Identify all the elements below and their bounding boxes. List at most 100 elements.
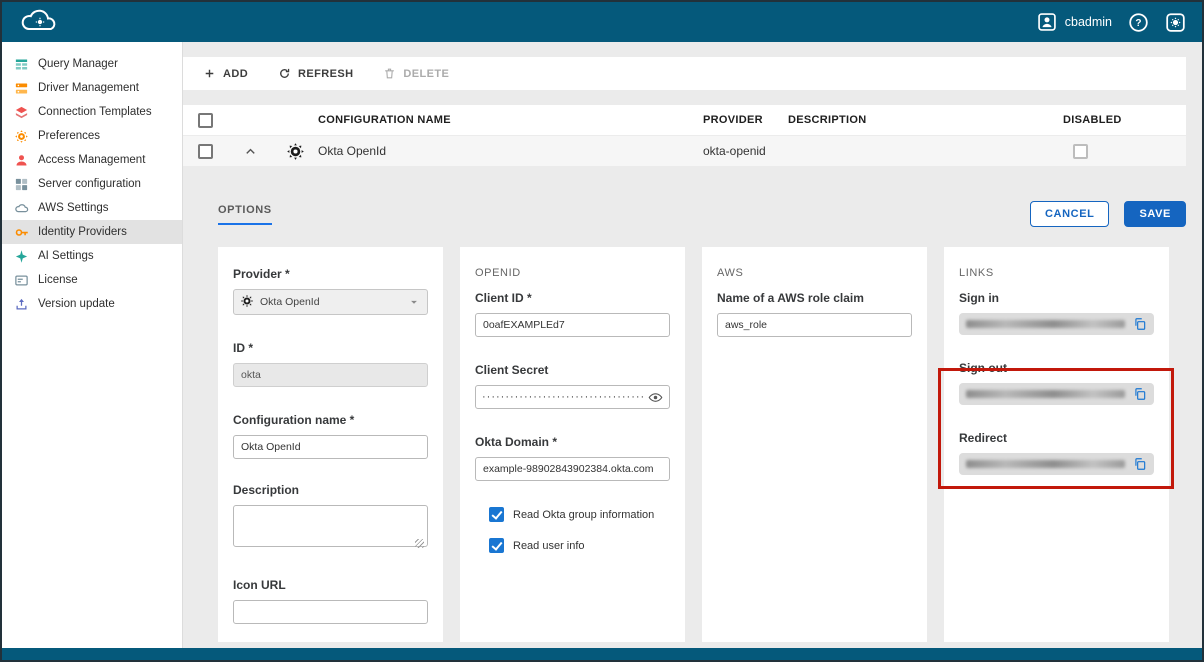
sidebar-item-label: License (38, 274, 78, 286)
okta-provider-icon (240, 294, 254, 311)
table-header-row: CONFIGURATION NAME PROVIDER DESCRIPTION … (183, 105, 1186, 136)
aws-role-claim-label: Name of a AWS role claim (717, 291, 912, 305)
copy-icon[interactable] (1133, 317, 1147, 331)
column-header-configuration-name: CONFIGURATION NAME (318, 114, 703, 126)
sidebar-item-label: Server configuration (38, 178, 141, 190)
tab-options[interactable]: OPTIONS (218, 204, 272, 225)
icon-url-field[interactable] (233, 600, 428, 624)
redirect-label: Redirect (959, 431, 1154, 445)
trash-icon (383, 67, 396, 80)
sidebar-item-ai-settings[interactable]: AI Settings (2, 244, 182, 268)
provider-select[interactable]: Okta OpenId (233, 289, 428, 315)
provider-select-value: Okta OpenId (260, 296, 320, 308)
openid-settings-card: OPENID Client ID * Client Secret ·······… (460, 247, 685, 642)
ai-settings-icon (14, 249, 29, 264)
sidebar-item-server-configuration[interactable]: Server configuration (2, 172, 182, 196)
openid-heading: OPENID (475, 267, 670, 279)
row-configuration-name: Okta OpenId (318, 144, 703, 158)
aws-role-claim-field[interactable] (717, 313, 912, 337)
settings-gear-icon[interactable] (1165, 12, 1186, 33)
sidebar-item-preferences[interactable]: Preferences (2, 124, 182, 148)
column-header-provider: PROVIDER (703, 114, 788, 126)
table-row[interactable]: Okta OpenId okta-openid (183, 136, 1186, 166)
column-header-description: DESCRIPTION (788, 114, 1063, 126)
read-user-info-label: Read user info (513, 540, 585, 552)
sidebar-item-identity-providers[interactable]: Identity Providers (2, 220, 182, 244)
sidebar-item-label: Identity Providers (38, 226, 127, 238)
client-secret-label: Client Secret (475, 363, 670, 377)
user-avatar-icon (1037, 12, 1057, 32)
access-management-icon (14, 153, 29, 168)
client-secret-masked-value: ········································… (482, 391, 644, 403)
row-disabled-checkbox[interactable] (1073, 144, 1088, 159)
configuration-name-label: Configuration name * (233, 413, 428, 427)
sidebar-item-version-update[interactable]: Version update (2, 292, 182, 316)
client-id-label: Client ID * (475, 291, 670, 305)
sidebar-item-aws-settings[interactable]: AWS Settings (2, 196, 182, 220)
identity-providers-icon (14, 225, 29, 240)
chevron-down-icon (407, 295, 421, 309)
sidebar-item-query-manager[interactable]: Query Manager (2, 52, 182, 76)
sidebar-item-label: Driver Management (38, 82, 139, 94)
id-field (233, 363, 428, 387)
sign-in-label: Sign in (959, 291, 1154, 305)
chevron-up-icon (243, 144, 258, 159)
toolbar: ADD REFRESH DELETE (183, 57, 1186, 90)
row-provider: okta-openid (703, 144, 788, 158)
sign-out-label: Sign out (959, 361, 1154, 375)
license-icon (14, 273, 29, 288)
id-label: ID * (233, 341, 428, 355)
icon-url-label: Icon URL (233, 578, 428, 592)
refresh-button[interactable]: REFRESH (278, 67, 353, 80)
bottom-bar (2, 648, 1202, 660)
description-field[interactable] (233, 505, 428, 547)
column-header-disabled: DISABLED (1063, 114, 1186, 126)
copy-icon[interactable] (1133, 457, 1147, 471)
add-button[interactable]: ADD (203, 67, 248, 80)
help-icon[interactable]: ? (1128, 12, 1149, 33)
row-checkbox[interactable] (198, 144, 213, 159)
collapse-row-button[interactable] (228, 144, 273, 159)
providers-table: CONFIGURATION NAME PROVIDER DESCRIPTION … (183, 105, 1186, 166)
client-id-field[interactable] (475, 313, 670, 337)
read-okta-group-checkbox[interactable] (489, 507, 504, 522)
sidebar-nav: Query Manager Driver Management Connecti… (2, 42, 183, 648)
client-secret-field[interactable]: ········································… (475, 385, 670, 409)
select-all-checkbox[interactable] (198, 113, 213, 128)
options-bar: OPTIONS CANCEL SAVE (183, 197, 1186, 231)
refresh-button-label: REFRESH (298, 68, 353, 80)
sidebar-item-driver-management[interactable]: Driver Management (2, 76, 182, 100)
sidebar-item-connection-templates[interactable]: Connection Templates (2, 100, 182, 124)
copy-icon[interactable] (1133, 387, 1147, 401)
sign-in-link-redacted-value (966, 320, 1125, 328)
top-bar: cbadmin ? (2, 2, 1202, 42)
aws-heading: AWS (717, 267, 912, 279)
okta-domain-field[interactable] (475, 457, 670, 481)
user-menu[interactable]: cbadmin (1037, 12, 1112, 32)
sidebar-item-label: Version update (38, 298, 115, 310)
eye-icon[interactable] (648, 390, 663, 405)
refresh-icon (278, 67, 291, 80)
sign-out-link-field (959, 383, 1154, 405)
connection-templates-icon (14, 105, 29, 120)
server-configuration-icon (14, 177, 29, 192)
read-user-info-checkbox[interactable] (489, 538, 504, 553)
delete-button[interactable]: DELETE (383, 67, 449, 80)
sidebar-item-label: Connection Templates (38, 106, 152, 118)
provider-label: Provider * (233, 267, 428, 281)
driver-management-icon (14, 81, 29, 96)
okta-provider-icon (273, 142, 318, 161)
configuration-name-field[interactable] (233, 435, 428, 459)
save-button[interactable]: SAVE (1124, 201, 1186, 227)
main-content: ADD REFRESH DELETE CONFIGURATION NAME PR… (183, 42, 1202, 648)
sidebar-item-label: AWS Settings (38, 202, 109, 214)
aws-settings-icon (14, 201, 29, 216)
add-button-label: ADD (223, 68, 248, 80)
sidebar-item-access-management[interactable]: Access Management (2, 148, 182, 172)
username-label: cbadmin (1065, 15, 1112, 29)
query-manager-icon (14, 57, 29, 72)
config-form: Provider * Okta OpenId ID * Configuratio… (218, 247, 1202, 642)
cancel-button[interactable]: CANCEL (1030, 201, 1109, 227)
sidebar-item-label: AI Settings (38, 250, 94, 262)
sidebar-item-license[interactable]: License (2, 268, 182, 292)
